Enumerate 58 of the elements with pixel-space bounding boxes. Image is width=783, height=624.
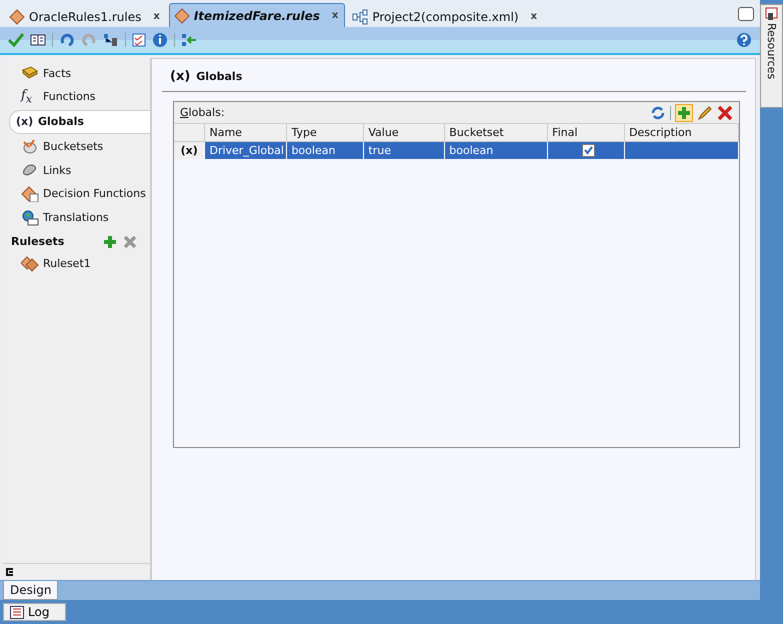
help-icon[interactable] [736,32,752,48]
add-icon[interactable] [675,104,693,122]
table-label: Globals: [180,106,225,119]
close-icon[interactable]: x [153,11,160,22]
editor-tab[interactable]: OracleRules1.rules x [4,5,167,27]
table-cell: boolean [444,142,548,159]
table-cell: true [364,142,445,159]
column-header[interactable]: Final [548,124,625,142]
diagram-icon [352,8,368,24]
nav-item[interactable]: Facts [9,62,150,84]
view-tab[interactable]: Design [3,581,58,600]
editor-tab[interactable]: Project2(composite.xml) x [347,5,544,27]
column-header[interactable]: Bucketset [444,124,548,142]
log-button[interactable]: Log [3,603,66,621]
import-icon[interactable] [181,33,197,47]
editor-tab[interactable]: ItemizedFare.rules x [168,3,346,27]
add-icon[interactable] [103,234,117,249]
checkbox[interactable] [582,144,595,158]
resources-tab[interactable]: Resources [760,4,783,108]
function-icon: f$_{x}$ [21,88,39,106]
log-icon [10,606,24,618]
globe-book-icon [21,210,39,226]
diamond-icon [9,8,25,24]
refresh-icon[interactable] [650,104,666,120]
table-cell: Driver_Global [204,142,287,159]
nav-item[interactable]: Decision Functions [9,182,150,205]
bucket-icon [21,138,39,154]
column-header[interactable]: Type [286,124,364,142]
close-icon[interactable]: x [530,11,538,22]
table-cell: boolean [286,142,364,159]
panel-title: Globals [196,70,242,82]
delete-icon[interactable] [717,104,733,120]
ruleset-icon [21,256,39,272]
checklist-icon[interactable] [132,33,146,47]
row-marker: (x) [174,142,205,159]
ruleset-item[interactable]: Ruleset1 [9,252,150,275]
undo-icon[interactable] [59,33,75,47]
nav-item[interactable]: (x) Globals [9,110,150,134]
column-header[interactable]: Name [204,124,287,142]
info-icon[interactable] [152,32,168,48]
variable-icon: (x) [170,68,190,84]
nav-item[interactable]: Links [9,159,150,182]
checkmark-icon[interactable] [8,33,24,47]
link-icon [21,162,39,178]
nav-item[interactable]: Bucketsets [9,135,150,158]
diamond-icon [174,8,190,24]
collapse-icon[interactable] [6,568,14,576]
section-heading: Rulesets [11,235,66,248]
column-header[interactable]: Description [624,124,738,142]
nav-item[interactable]: Translations [9,206,150,229]
decision-icon [21,186,39,202]
nav-item[interactable]: f$_{x}$ Functions [9,86,150,108]
close-icon[interactable]: x [332,10,338,21]
variable-icon: (x) [16,115,34,128]
column-header[interactable]: Value [364,124,445,142]
hierarchy-icon[interactable] [103,33,119,47]
resources-icon [765,7,778,21]
pencil-icon[interactable] [697,104,713,120]
